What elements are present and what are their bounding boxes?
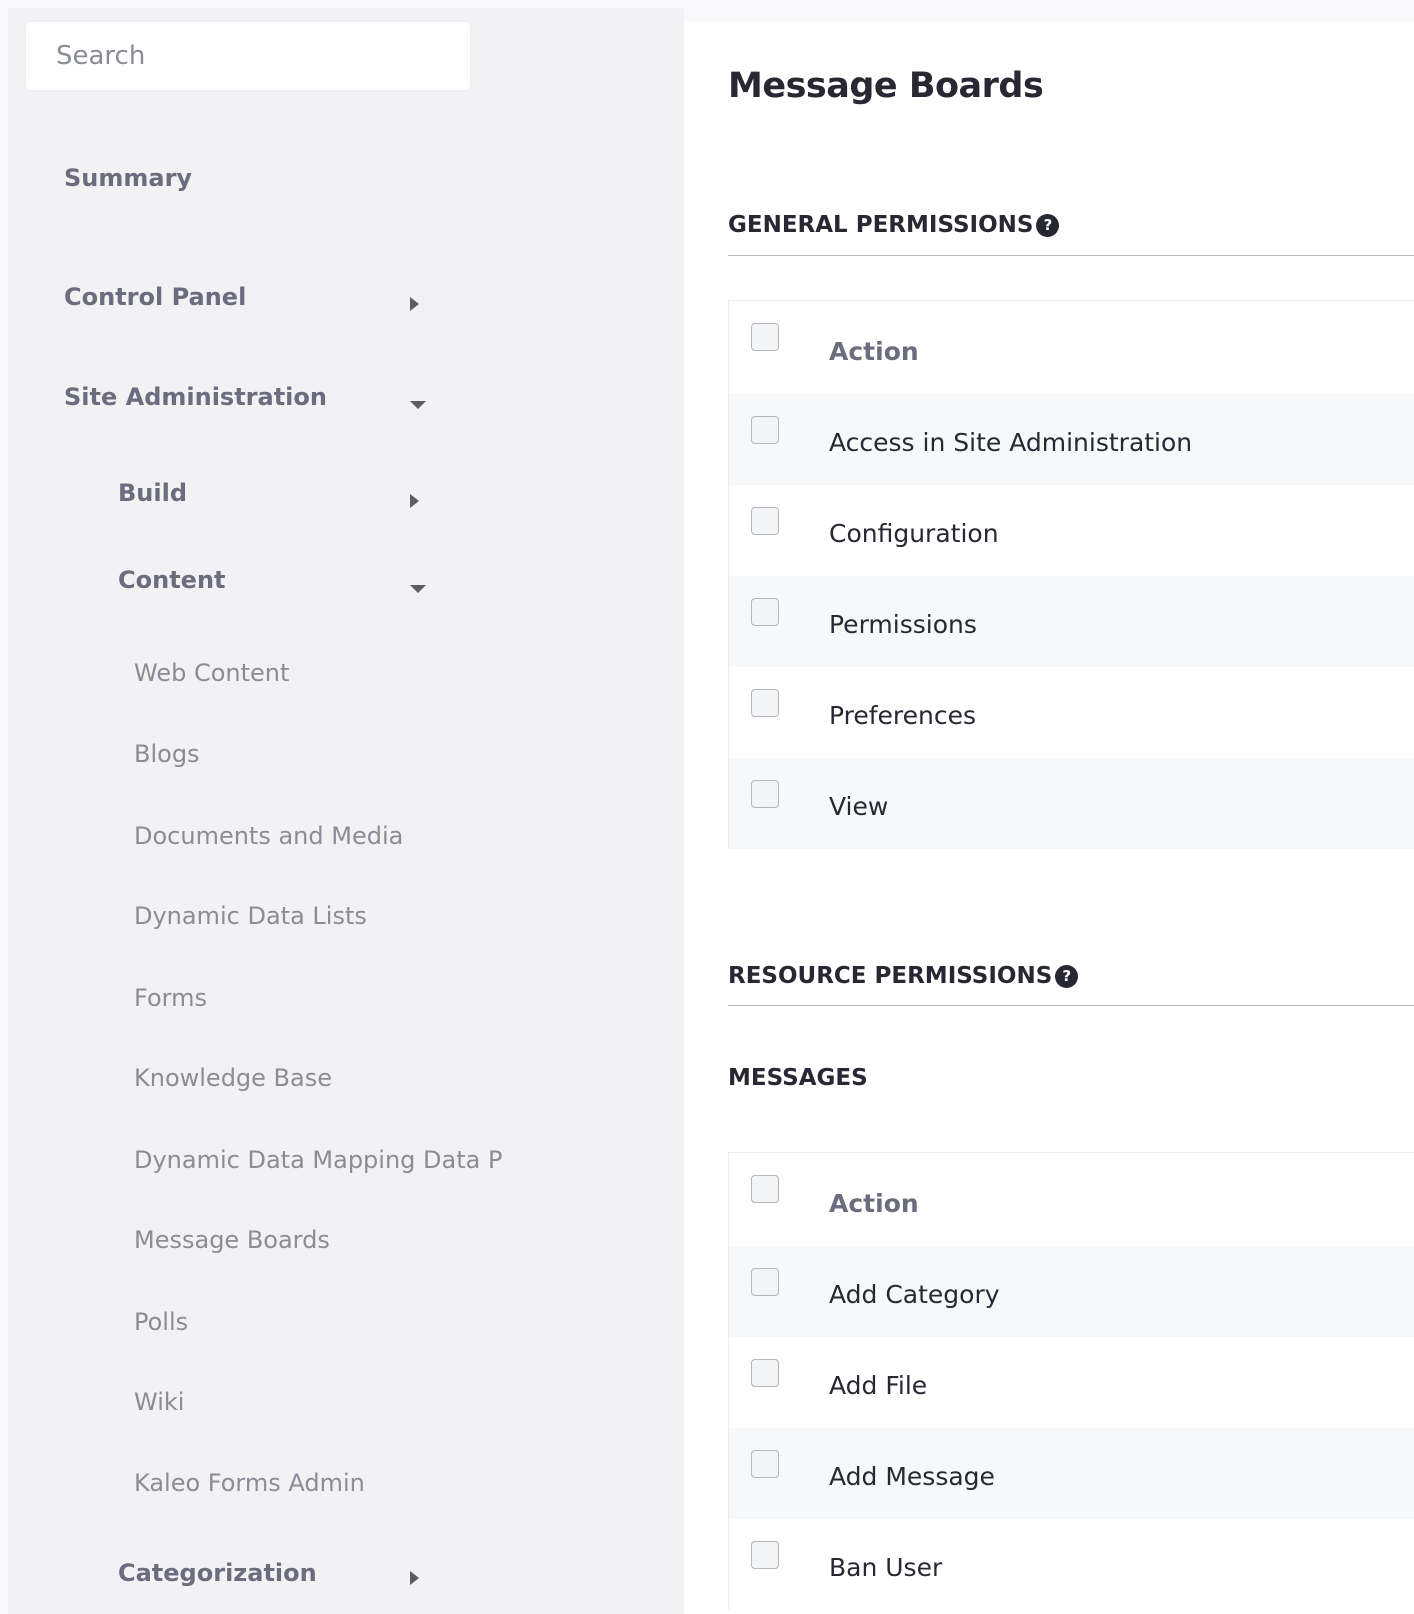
sidebar-item-build[interactable]: Build	[118, 479, 187, 507]
sidebar-item-label: Kaleo Forms Admin	[134, 1469, 365, 1497]
sidebar-item-message-boards[interactable]: Message Boards	[134, 1226, 330, 1254]
table-header-row: Action	[729, 1153, 1414, 1246]
table-row: Preferences	[729, 667, 1414, 758]
permission-checkbox[interactable]	[751, 416, 779, 444]
resource-permissions-heading: RESOURCE PERMISSIONS ?	[728, 963, 1079, 989]
caret-right-icon[interactable]	[410, 297, 419, 311]
sidebar-item-label: Blogs	[134, 740, 200, 768]
page-title: Message Boards	[728, 66, 1044, 106]
table-row: Permissions	[729, 576, 1414, 667]
sidebar-item-dynamic-data-lists[interactable]: Dynamic Data Lists	[134, 902, 367, 930]
permission-label: Configuration	[829, 519, 999, 548]
messages-permissions-table: Action Add Category Add File Add Message…	[728, 1152, 1414, 1610]
permission-label: Access in Site Administration	[829, 428, 1193, 457]
section-divider	[728, 1005, 1414, 1006]
table-row: Configuration	[729, 485, 1414, 576]
column-header-action: Action	[829, 337, 919, 366]
messages-heading: MESSAGES	[728, 1065, 868, 1091]
section-title-text: GENERAL PERMISSIONS	[728, 212, 1034, 238]
permission-label: Add Message	[829, 1462, 995, 1491]
table-row: View	[729, 758, 1414, 849]
select-all-checkbox[interactable]	[751, 323, 779, 351]
sidebar-item-label: Forms	[134, 984, 207, 1012]
section-title-text: RESOURCE PERMISSIONS	[728, 963, 1053, 989]
caret-down-icon[interactable]	[410, 401, 426, 409]
sidebar-item-web-content[interactable]: Web Content	[134, 659, 289, 687]
permission-label: Add Category	[829, 1280, 1000, 1309]
general-permissions-heading: GENERAL PERMISSIONS ?	[728, 212, 1060, 238]
caret-down-icon[interactable]	[410, 585, 426, 593]
table-row: Add Message	[729, 1428, 1414, 1519]
sidebar-item-documents-and-media[interactable]: Documents and Media	[134, 822, 403, 850]
permission-checkbox[interactable]	[751, 1541, 779, 1569]
sidebar-item-label: Web Content	[134, 659, 290, 687]
sidebar-item-control-panel[interactable]: Control Panel	[64, 283, 246, 311]
search-input[interactable]	[54, 22, 458, 90]
sidebar-item-label: Control Panel	[64, 283, 247, 311]
permission-label: View	[829, 792, 889, 821]
table-row: Add File	[729, 1337, 1414, 1428]
permission-checkbox[interactable]	[751, 780, 779, 808]
sidebar-item-dynamic-data-mapping[interactable]: Dynamic Data Mapping Data P	[134, 1146, 502, 1174]
sidebar-item-knowledge-base[interactable]: Knowledge Base	[134, 1064, 332, 1092]
sidebar-item-blogs[interactable]: Blogs	[134, 740, 200, 768]
sidebar-item-label: Categorization	[118, 1559, 317, 1587]
caret-right-icon[interactable]	[410, 1571, 419, 1585]
section-divider	[728, 255, 1414, 256]
permission-checkbox[interactable]	[751, 1268, 779, 1296]
sidebar-item-forms[interactable]: Forms	[134, 984, 207, 1012]
table-row: Access in Site Administration	[729, 394, 1414, 485]
permission-label: Add File	[829, 1371, 928, 1400]
sidebar-item-label: Site Administration	[64, 383, 327, 411]
sidebar-item-categorization[interactable]: Categorization	[118, 1559, 317, 1587]
sidebar-item-label: Polls	[134, 1308, 189, 1336]
section-title-text: MESSAGES	[728, 1065, 868, 1091]
sidebar-item-label: Dynamic Data Lists	[134, 902, 367, 930]
permission-label: Ban User	[829, 1553, 943, 1582]
sidebar-item-wiki[interactable]: Wiki	[134, 1388, 184, 1416]
general-permissions-table: Action Access in Site Administration Con…	[728, 300, 1414, 849]
sidebar-item-polls[interactable]: Polls	[134, 1308, 188, 1336]
sidebar-item-label: Wiki	[134, 1388, 185, 1416]
permission-label: Preferences	[829, 701, 977, 730]
sidebar-item-summary[interactable]: Summary	[64, 164, 192, 192]
sidebar-item-label: Message Boards	[134, 1226, 330, 1254]
sidebar-item-label: Documents and Media	[134, 822, 404, 850]
permission-checkbox[interactable]	[751, 598, 779, 626]
sidebar-item-label: Knowledge Base	[134, 1064, 332, 1092]
help-icon[interactable]: ?	[1036, 213, 1060, 237]
caret-right-icon[interactable]	[410, 494, 419, 508]
sidebar-item-label: Build	[118, 479, 188, 507]
table-row: Add Category	[729, 1246, 1414, 1337]
permission-checkbox[interactable]	[751, 689, 779, 717]
sidebar-item-label: Dynamic Data Mapping Data P	[134, 1146, 503, 1174]
sidebar-item-label: Summary	[64, 164, 193, 192]
sidebar-item-kaleo-forms-admin[interactable]: Kaleo Forms Admin	[134, 1469, 365, 1497]
table-header-row: Action	[729, 301, 1414, 394]
select-all-checkbox[interactable]	[751, 1175, 779, 1203]
sidebar	[8, 8, 684, 1614]
table-row: Ban User	[729, 1519, 1414, 1610]
permission-checkbox[interactable]	[751, 1359, 779, 1387]
sidebar-item-site-administration[interactable]: Site Administration	[64, 383, 327, 411]
search-box[interactable]	[26, 22, 470, 90]
permission-checkbox[interactable]	[751, 507, 779, 535]
sidebar-item-label: Content	[118, 566, 226, 594]
column-header-action: Action	[829, 1189, 919, 1218]
permission-checkbox[interactable]	[751, 1450, 779, 1478]
sidebar-item-content[interactable]: Content	[118, 566, 226, 594]
help-icon[interactable]: ?	[1055, 964, 1079, 988]
permission-label: Permissions	[829, 610, 977, 639]
